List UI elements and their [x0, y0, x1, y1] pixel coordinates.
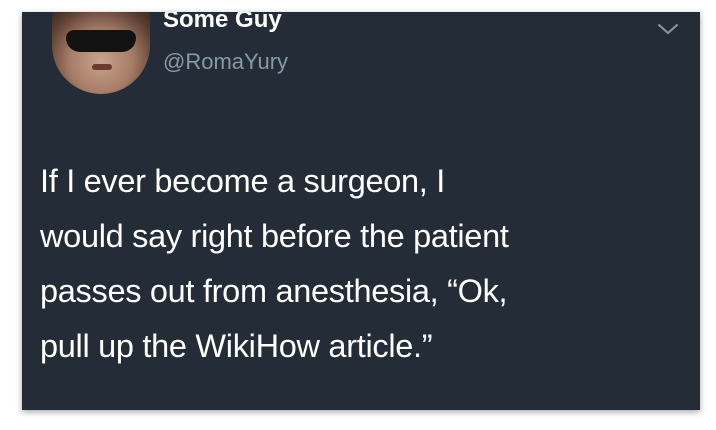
tweet-card: Some Guy @RomaYury If I ever become a su… [22, 12, 700, 410]
tweet-text-line: passes out from anesthesia, “Ok, [40, 273, 508, 309]
tweet-text: If I ever become a surgeon, I would say … [40, 154, 690, 374]
screenshot-frame: Some Guy @RomaYury If I ever become a su… [0, 0, 716, 430]
tweet-text-line: If I ever become a surgeon, I [40, 163, 445, 199]
avatar[interactable] [52, 12, 150, 94]
tweet-text-line: pull up the WikiHow article.” [40, 328, 433, 364]
display-name[interactable]: Some Guy [163, 12, 282, 35]
avatar-sunglasses [66, 30, 136, 52]
user-handle[interactable]: @RomaYury [163, 49, 288, 75]
chevron-down-icon[interactable] [656, 21, 680, 37]
tweet-text-line: would say right before the patient [40, 218, 509, 254]
avatar-mouth [92, 64, 112, 70]
